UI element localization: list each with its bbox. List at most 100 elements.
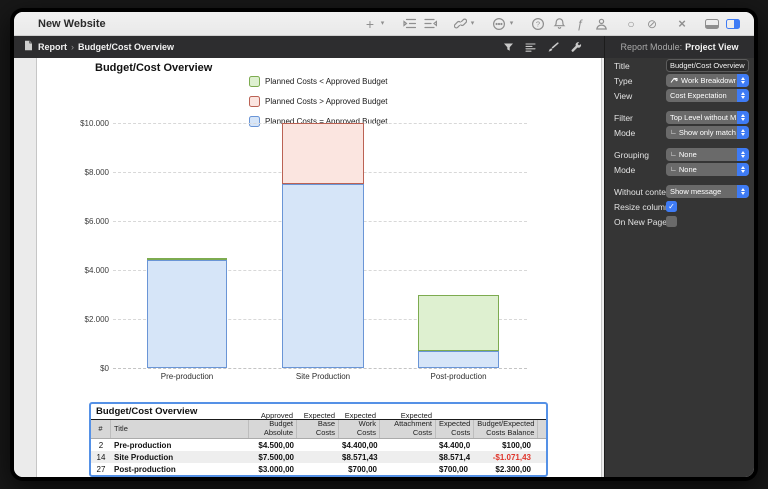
- grouping-popup[interactable]: ∟None: [666, 148, 749, 161]
- outdent-icon[interactable]: [423, 16, 437, 32]
- function-icon[interactable]: ƒ: [573, 16, 587, 32]
- inspector-label: Mode: [614, 128, 635, 138]
- bar-segment-equal[interactable]: [282, 184, 364, 368]
- report-module-header: Report Module: Project View: [604, 36, 754, 58]
- mode-popup[interactable]: ∟Show only matchin…: [666, 126, 749, 139]
- sync-circle-icon[interactable]: ○: [624, 16, 638, 32]
- popup-value: Show only matchin…: [679, 128, 736, 137]
- report-canvas: Budget/Cost Overview Planned Costs < App…: [14, 58, 604, 477]
- breadcrumb-page[interactable]: Budget/Cost Overview: [78, 42, 174, 52]
- inspector-row: View Cost Expectation: [605, 89, 754, 104]
- chart-title: Budget/Cost Overview: [95, 62, 212, 74]
- table-header-cell[interactable]: Budget/Expected Costs Balance: [474, 420, 538, 438]
- inspector-label: Type: [614, 76, 632, 86]
- window-title: New Website: [14, 18, 106, 30]
- inspector-row: Mode ∟Show only matchin…: [605, 126, 754, 141]
- view-popup[interactable]: Cost Expectation: [666, 89, 749, 102]
- status-circle-icon[interactable]: ⊘: [645, 16, 659, 32]
- popup-stepper-icon: [737, 148, 749, 161]
- table-cell-title: Site Production: [111, 453, 249, 462]
- table-row[interactable]: 2Pre-production$4.500,00$4.400,00$4.400,…: [91, 439, 546, 451]
- inspector-row: On New Page: [605, 215, 754, 230]
- table-header-cell[interactable]: [538, 420, 548, 438]
- bar-segment-over[interactable]: [282, 123, 364, 184]
- popup-value: Top Level without Mil…: [670, 113, 736, 122]
- filter-icon[interactable]: [503, 42, 514, 53]
- table-cell-work: $4.400,00: [339, 441, 380, 450]
- more-actions-icon[interactable]: [492, 16, 506, 32]
- report-table-block[interactable]: Budget/Cost Overview #TitleApproved Budg…: [89, 402, 548, 477]
- wrench-icon[interactable]: [570, 42, 582, 53]
- help-icon[interactable]: ?: [531, 16, 545, 32]
- stepper-up-arrow: [741, 92, 745, 95]
- title-bar: New Website + ▾ ▾ ▾ ?: [14, 12, 754, 36]
- table-row[interactable]: 27Post-production$3.000,00$700,00$700,00…: [91, 463, 546, 475]
- bar-segment-equal[interactable]: [147, 260, 227, 368]
- link-chevron-icon[interactable]: ▾: [469, 16, 476, 32]
- table-cell-approved: $4.500,00: [249, 441, 297, 450]
- more-chevron-icon[interactable]: ▾: [508, 16, 515, 32]
- table-cell-approved: $3.000,00: [249, 465, 297, 474]
- inherited-value-icon: ∟: [670, 166, 677, 173]
- filter-popup[interactable]: Top Level without Mil…: [666, 111, 749, 124]
- breadcrumb-section[interactable]: Report: [38, 42, 67, 52]
- user-icon[interactable]: [594, 16, 608, 32]
- breadcrumb: Report › Budget/Cost Overview: [14, 36, 492, 58]
- bar-segment-under[interactable]: [418, 295, 499, 351]
- stepper-up-arrow: [741, 166, 745, 169]
- align-lines-icon[interactable]: [525, 42, 536, 53]
- inspector-label: View: [614, 91, 632, 101]
- table-header-cell[interactable]: #: [91, 420, 111, 438]
- table-header-cell[interactable]: Expected Work Costs: [339, 420, 380, 438]
- stepper-up-arrow: [741, 114, 745, 117]
- inspector-label: Filter: [614, 113, 633, 123]
- work-breakdown-icon: [670, 77, 678, 84]
- right-panel-icon[interactable]: [726, 16, 740, 32]
- table-cell-title: Pre-production: [111, 441, 249, 450]
- y-axis-tick-label: $10.000: [37, 119, 109, 128]
- table-cell-costs: $4.400,00: [436, 441, 470, 450]
- report-module-label: Report Module:: [621, 42, 683, 52]
- stepper-down-arrow: [741, 192, 745, 195]
- report-module-value: Project View: [685, 42, 738, 52]
- style-brush-icon[interactable]: [547, 42, 559, 53]
- inspector-row: Resize columns✓: [605, 200, 754, 215]
- table-header-cell[interactable]: Approved Budget Absolute: [249, 420, 297, 438]
- document-icon: [24, 38, 33, 56]
- bar-segment-equal[interactable]: [418, 351, 499, 368]
- stepper-down-arrow: [741, 118, 745, 121]
- table-header-cell[interactable]: Title: [111, 420, 249, 438]
- titlebar-toolbar: + ▾ ▾ ▾ ?: [356, 16, 754, 32]
- inherited-value-icon: ∟: [670, 151, 677, 158]
- gridline: [113, 368, 527, 369]
- table-header-cell[interactable]: Expected Attachment Costs: [380, 420, 436, 438]
- on-new-page-checkbox[interactable]: [666, 216, 677, 227]
- table-header-cell[interactable]: Expected Costs: [436, 420, 474, 438]
- table-cell-balance: -$1.071,43: [470, 453, 534, 462]
- stepper-up-arrow: [741, 77, 745, 80]
- popup-stepper-icon: [737, 163, 749, 176]
- link-icon[interactable]: [453, 16, 467, 32]
- table-cell-approved: $7.500,00: [249, 453, 297, 462]
- inspector-sidebar: TitleBudget/Cost OverviewTypeWork Breakd…: [604, 58, 754, 477]
- bar-segment-under[interactable]: [147, 258, 227, 260]
- legend-label: Planned Costs < Approved Budget: [265, 77, 388, 86]
- title-input[interactable]: Budget/Cost Overview: [666, 59, 749, 72]
- without-content-popup[interactable]: Show message: [666, 185, 749, 198]
- close-x-icon[interactable]: ×: [675, 16, 689, 32]
- mode-popup[interactable]: ∟None: [666, 163, 749, 176]
- table-row[interactable]: 14Site Production$7.500,00$8.571,43$8.57…: [91, 451, 546, 463]
- report-toolbar: Report › Budget/Cost Overview Re: [14, 36, 754, 58]
- add-chevron-icon[interactable]: ▾: [379, 16, 386, 32]
- notifications-bell-icon[interactable]: [552, 16, 566, 32]
- table-header-cell[interactable]: Expected Base Costs: [297, 420, 339, 438]
- inspector-row: Mode∟None: [605, 163, 754, 178]
- popup-value: Cost Expectation: [670, 91, 727, 100]
- indent-icon[interactable]: [402, 16, 416, 32]
- popup-stepper-icon: [737, 89, 749, 102]
- y-axis-tick-label: $2.000: [37, 315, 109, 324]
- bottom-panel-icon[interactable]: [705, 16, 719, 32]
- type-popup[interactable]: Work Breakdown: [666, 74, 749, 87]
- resize-columns-checkbox[interactable]: ✓: [666, 201, 677, 212]
- add-icon[interactable]: +: [363, 16, 377, 32]
